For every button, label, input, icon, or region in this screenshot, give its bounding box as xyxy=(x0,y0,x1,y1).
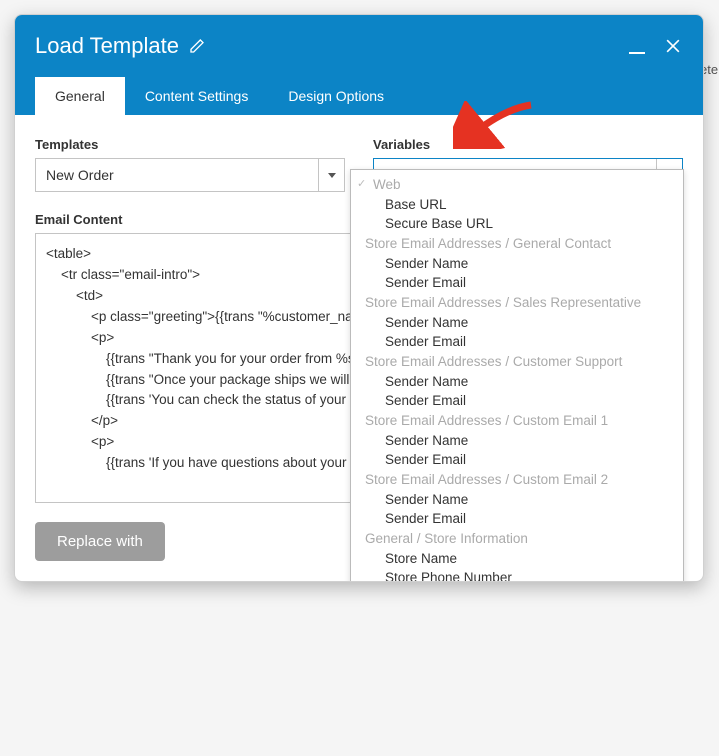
variables-dropdown[interactable]: WebBase URLSecure Base URLStore Email Ad… xyxy=(350,169,684,582)
variable-item[interactable]: Sender Email xyxy=(351,273,683,292)
variable-item[interactable]: Store Name xyxy=(351,549,683,568)
templates-select[interactable]: New Order xyxy=(35,158,345,192)
chevron-down-icon xyxy=(318,159,344,191)
variable-item[interactable]: Sender Email xyxy=(351,450,683,469)
variable-item[interactable]: Base URL xyxy=(351,195,683,214)
load-template-dialog: Load Template General Content Settings D… xyxy=(14,14,704,582)
variable-group: Store Email Addresses / Customer Support xyxy=(351,351,683,372)
edit-icon[interactable] xyxy=(189,38,205,54)
variable-group: Store Email Addresses / Custom Email 1 xyxy=(351,410,683,431)
variable-item[interactable]: Sender Email xyxy=(351,332,683,351)
tab-bar: General Content Settings Design Options xyxy=(35,77,683,115)
variable-item[interactable]: Sender Email xyxy=(351,391,683,410)
dialog-title: Load Template xyxy=(35,33,179,59)
tab-content-settings[interactable]: Content Settings xyxy=(125,77,269,115)
variable-group: General / Store Information xyxy=(351,528,683,549)
variable-item[interactable]: Sender Name xyxy=(351,254,683,273)
annotation-arrow xyxy=(453,101,535,149)
variable-group: Store Email Addresses / Sales Representa… xyxy=(351,292,683,313)
variable-group: Web xyxy=(351,174,683,195)
replace-with-button[interactable]: Replace with xyxy=(35,522,165,561)
close-icon[interactable] xyxy=(663,36,683,56)
variable-item[interactable]: Sender Name xyxy=(351,372,683,391)
templates-selected-value: New Order xyxy=(36,167,318,183)
dialog-header: Load Template General Content Settings D… xyxy=(15,15,703,115)
variable-item[interactable]: Sender Name xyxy=(351,431,683,450)
variable-item[interactable]: Sender Name xyxy=(351,490,683,509)
variable-item[interactable]: Store Phone Number xyxy=(351,568,683,582)
minimize-icon[interactable] xyxy=(629,52,645,54)
variable-item[interactable]: Sender Email xyxy=(351,509,683,528)
dialog-body: Templates New Order Variables WebBase UR… xyxy=(15,115,703,581)
tab-design-options[interactable]: Design Options xyxy=(268,77,404,115)
variable-item[interactable]: Secure Base URL xyxy=(351,214,683,233)
variable-group: Store Email Addresses / General Contact xyxy=(351,233,683,254)
variable-item[interactable]: Sender Name xyxy=(351,313,683,332)
variable-group: Store Email Addresses / Custom Email 2 xyxy=(351,469,683,490)
tab-general[interactable]: General xyxy=(35,77,125,115)
templates-label: Templates xyxy=(35,137,345,152)
